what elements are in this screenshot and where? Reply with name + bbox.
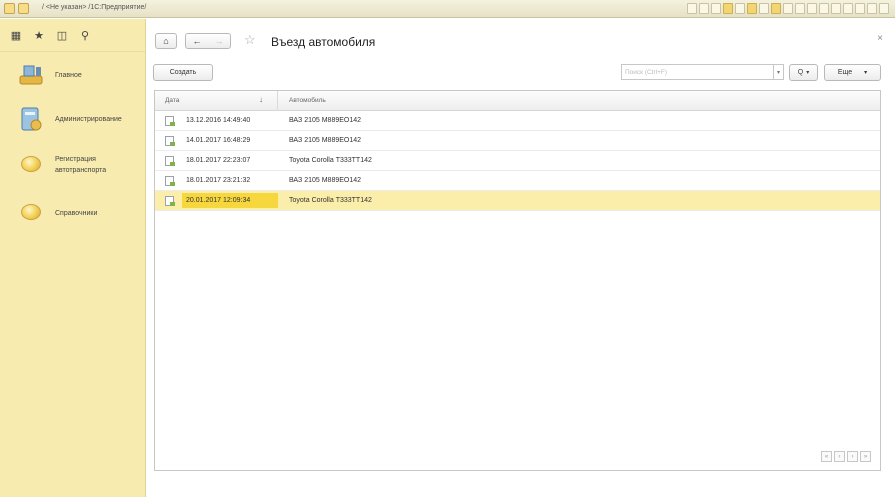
cell-car: ВАЗ 2105 М889ЕО142 xyxy=(289,137,362,144)
more-label: Еще xyxy=(837,69,853,76)
table-row[interactable]: 18.01.2017 22:23:07 Toyota Corolla Т333Т… xyxy=(155,151,880,171)
close-window-icon[interactable] xyxy=(879,3,889,14)
cell-date: 14.01.2017 16:48:29 xyxy=(186,137,251,144)
prev-page-icon[interactable]: ‹ xyxy=(834,451,845,462)
next-page-icon[interactable]: › xyxy=(847,451,858,462)
toolbar-button-icon[interactable] xyxy=(735,3,745,14)
table-header: Дата ↓ Автомобиль xyxy=(155,91,880,111)
toolbar-button-icon[interactable] xyxy=(747,3,757,14)
sidebar-item-admin[interactable]: Администрирование xyxy=(0,100,146,140)
window-title: / <Не указан> /1С:Предприятие/ xyxy=(42,4,147,11)
toolbar-button-icon[interactable] xyxy=(843,3,853,14)
chevron-down-icon: ▾ xyxy=(864,70,868,76)
sidebar-item-vehicle-registration[interactable]: Регистрация автотранспорта xyxy=(0,146,146,186)
column-divider[interactable] xyxy=(277,91,278,111)
document-icon xyxy=(165,136,175,146)
page-title: Въезд автомобиля xyxy=(271,35,376,49)
apps-grid-icon[interactable]: ▦ xyxy=(10,29,22,42)
sidebar-toolbar: ▦ ★ ◫ ⚲ xyxy=(0,19,145,52)
find-button[interactable]: Q ▾ xyxy=(789,64,818,81)
yellow-ball-icon xyxy=(18,200,44,226)
app-logo-icon[interactable] xyxy=(4,3,15,14)
sidebar-item-label: Регистрация автотранспорта xyxy=(55,156,107,174)
toolbar-button-icon[interactable] xyxy=(771,3,781,14)
table-row[interactable]: 18.01.2017 23:21:32 ВАЗ 2105 М889ЕО142 xyxy=(155,171,880,191)
admin-server-icon xyxy=(21,107,42,131)
toolbar-button-icon[interactable] xyxy=(831,3,841,14)
toolbar-button-icon[interactable] xyxy=(711,3,721,14)
column-header-car[interactable]: Автомобиль xyxy=(289,97,326,104)
table-row[interactable]: 13.12.2016 14:49:40 ВАЗ 2105 М889ЕО142 xyxy=(155,111,880,131)
search-icon[interactable]: ⚲ xyxy=(79,29,91,42)
toolbar-button-icon[interactable] xyxy=(819,3,829,14)
cell-car: Toyota Corolla Т333ТТ142 xyxy=(289,157,372,164)
main-panel: ⌂ ← → ☆ Въезд автомобиля × Создать Поиск… xyxy=(147,19,895,497)
cell-date: 18.01.2017 23:21:32 xyxy=(186,177,251,184)
toolbar-button-icon[interactable] xyxy=(699,3,709,14)
sidebar: ▦ ★ ◫ ⚲ Главное Администрирование Регист… xyxy=(0,19,146,497)
search-placeholder: Поиск (Ctrl+F) xyxy=(625,69,668,76)
magnifier-icon: Q xyxy=(797,69,804,76)
column-header-date[interactable]: Дата xyxy=(165,97,179,104)
table-row-selected[interactable]: 20.01.2017 12:09:34 Toyota Corolla Т333Т… xyxy=(155,191,880,211)
toolbar-button-icon[interactable] xyxy=(795,3,805,14)
history-icon[interactable]: ◫ xyxy=(56,29,68,42)
home-icon: ⌂ xyxy=(163,36,169,46)
toolbar-button-icon[interactable] xyxy=(783,3,793,14)
toolbar-button-icon[interactable] xyxy=(759,3,769,14)
forward-arrow-icon[interactable]: → xyxy=(215,36,224,46)
sidebar-item-label: Справочники xyxy=(55,210,98,217)
document-icon xyxy=(165,156,175,166)
sidebar-item-directories[interactable]: Справочники xyxy=(0,194,146,234)
table-row[interactable]: 14.01.2017 16:48:29 ВАЗ 2105 М889ЕО142 xyxy=(155,131,880,151)
title-bar: / <Не указан> /1С:Предприятие/ xyxy=(0,0,895,18)
toolbar-button-icon[interactable] xyxy=(723,3,733,14)
sidebar-item-label: Администрирование xyxy=(55,116,122,123)
home-desk-icon xyxy=(19,65,43,85)
star-icon[interactable]: ★ xyxy=(33,29,45,42)
titlebar-left-icons xyxy=(4,3,29,14)
close-icon[interactable]: × xyxy=(877,33,883,44)
minimize-icon[interactable] xyxy=(855,3,865,14)
titlebar-toolbar xyxy=(687,3,889,14)
cell-date: 18.01.2017 22:23:07 xyxy=(186,157,251,164)
search-input[interactable]: Поиск (Ctrl+F) ▾ xyxy=(621,64,784,80)
last-page-icon[interactable]: » xyxy=(860,451,871,462)
maximize-icon[interactable] xyxy=(867,3,877,14)
cell-car: Toyota Corolla Т333ТТ142 xyxy=(289,197,372,204)
create-button[interactable]: Создать xyxy=(153,64,213,81)
toolbar-button-icon[interactable] xyxy=(687,3,697,14)
home-button[interactable]: ⌂ xyxy=(155,33,177,49)
document-icon xyxy=(165,116,175,126)
chevron-down-icon: ▾ xyxy=(806,70,810,76)
favorite-star-icon[interactable]: ☆ xyxy=(244,32,256,48)
toolbar-button-icon[interactable] xyxy=(807,3,817,14)
back-arrow-icon[interactable]: ← xyxy=(193,36,202,46)
cell-date: 20.01.2017 12:09:34 xyxy=(186,197,251,204)
sidebar-item-main[interactable]: Главное xyxy=(0,56,146,96)
yellow-ball-icon xyxy=(18,152,44,178)
cell-date: 13.12.2016 14:49:40 xyxy=(186,117,251,124)
table-pager: « ‹ › » xyxy=(821,451,871,462)
document-list-table[interactable]: Дата ↓ Автомобиль 13.12.2016 14:49:40 ВА… xyxy=(154,90,881,471)
sidebar-item-label: Главное xyxy=(55,72,82,79)
cell-car: ВАЗ 2105 М889ЕО142 xyxy=(289,177,362,184)
chevron-down-icon[interactable]: ▾ xyxy=(773,64,784,80)
cell-car: ВАЗ 2105 М889ЕО142 xyxy=(289,117,362,124)
main-menu-icon[interactable] xyxy=(18,3,29,14)
sort-arrow-icon[interactable]: ↓ xyxy=(259,95,263,104)
document-icon xyxy=(165,176,175,186)
history-nav[interactable]: ← → xyxy=(185,33,231,49)
first-page-icon[interactable]: « xyxy=(821,451,832,462)
document-icon xyxy=(165,196,175,206)
more-button[interactable]: Еще ▾ xyxy=(824,64,881,81)
